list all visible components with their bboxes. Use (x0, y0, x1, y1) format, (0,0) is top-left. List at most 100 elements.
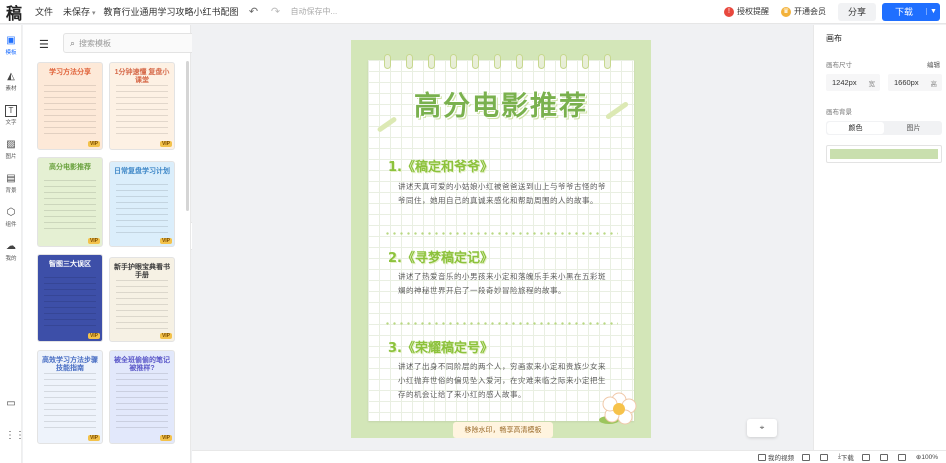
canvas-width-input[interactable]: 1242px 宽 (826, 74, 880, 91)
template-card[interactable]: 高效学习方法步骤技能指南 VIP (37, 350, 103, 444)
template-card-title: 高分电影推荐 (49, 164, 91, 171)
crown-icon: ♛ (781, 6, 791, 17)
fit-screen-button[interactable] (879, 453, 890, 461)
image-icon: ▨ (6, 139, 16, 150)
rail-item-material[interactable]: ◭ 素材 (0, 71, 22, 92)
binder-ring (538, 54, 545, 69)
fullscreen-icon (897, 453, 906, 461)
remove-watermark-button[interactable]: 移除水印，畅享高清模板 (453, 422, 553, 438)
rail-item-image[interactable]: ▨ 图片 (0, 139, 22, 160)
template-card-preview (116, 184, 168, 234)
template-search-input[interactable]: ⌕ 搜索模板 (63, 33, 201, 53)
document-title[interactable]: 教育行业通用学习攻略小红书配图 (104, 5, 239, 18)
vip-badge: VIP (159, 333, 172, 339)
binder-ring (494, 54, 501, 69)
background-color-swatch[interactable] (826, 145, 942, 163)
flower-sticker[interactable] (595, 390, 639, 426)
zoom-value: 100% (921, 453, 938, 461)
template-card-preview (44, 85, 96, 137)
height-unit: 高 (930, 80, 938, 88)
vip-badge: VIP (87, 238, 100, 244)
save-state-dropdown[interactable]: 未保存 (63, 5, 95, 18)
template-card[interactable]: 被全班偷偷的笔记被推样? VIP (109, 350, 175, 444)
poster-canvas[interactable]: 高分电影推荐 1.《稿定和爷爷》 讲述天真可爱的小姑娘小红被爸爸送到山上与爷爷古… (351, 40, 651, 438)
section-title[interactable]: 2.《寻梦稿定记》 (388, 247, 493, 266)
status-download-button[interactable]: ⤓ 下载 (838, 452, 854, 462)
section-body[interactable]: 讲述天真可爱的小姑娘小红被爸爸送到山上与爷爷古怪的爷爷同住，她用自己的真诚来感化… (398, 180, 610, 208)
canvas-height-input[interactable]: 1660px 高 (888, 74, 942, 91)
canvas-area: 高分电影推荐 1.《稿定和爷爷》 讲述天真可爱的小姑娘小红被爸爸送到山上与爷爷古… (192, 25, 813, 450)
app-logo[interactable]: 稿 (3, 1, 25, 23)
template-card-preview (116, 85, 168, 137)
open-vip-label: 开通会员 (794, 7, 826, 16)
search-icon: ⌕ (70, 37, 76, 48)
upload-icon: ☁ (6, 241, 16, 252)
width-unit: 宽 (868, 80, 876, 88)
fullscreen-button[interactable] (897, 453, 908, 461)
vip-badge: VIP (159, 238, 172, 244)
template-card-title: 学习方法分享 (49, 69, 91, 76)
notebook-paper: 高分电影推荐 1.《稿定和爷爷》 讲述天真可爱的小姑娘小红被爸爸送到山上与爷爷古… (368, 54, 634, 421)
rail-label: 图片 (5, 154, 17, 160)
tab-color[interactable]: 颜色 (827, 122, 884, 134)
file-menu[interactable]: 文件 (35, 5, 53, 18)
open-vip-link[interactable]: ♛ 开通会员 (781, 6, 826, 17)
cursor-tool-button[interactable]: ⌖ (747, 419, 777, 437)
dotted-divider (384, 232, 618, 235)
hamburger-menu-icon[interactable]: ☰ (39, 38, 49, 51)
template-card-title: 被全班偷偷的笔记被推样? (114, 357, 170, 372)
vip-badge: VIP (87, 141, 100, 147)
template-card-preview (44, 373, 96, 431)
template-card[interactable]: 智图三大误区 VIP (37, 254, 103, 342)
edit-size-link[interactable]: 编辑 (927, 59, 940, 69)
license-reminder-link[interactable]: ! 授权提醒 (724, 6, 769, 17)
zoom-control[interactable]: ⊕ 100% (916, 453, 938, 462)
undo-icon[interactable]: ↶ (247, 5, 261, 19)
rail-item-text[interactable]: T 文字 (0, 105, 22, 126)
video-tutorial-label: 我的视频 (768, 455, 795, 462)
redo-icon[interactable]: ↷ (269, 5, 283, 19)
license-reminder-label: 授权提醒 (737, 7, 769, 16)
share-button[interactable]: 分享 (838, 2, 876, 21)
template-scrollbar[interactable] (186, 61, 189, 211)
section-body[interactable]: 讲述了热爱音乐的小男孩来小定和落魄乐手来小黑在五彩斑斓的神秘世界开启了一段奇妙冒… (398, 270, 610, 298)
dotted-divider (384, 322, 618, 325)
fit-screen-icon (879, 453, 888, 461)
chevron-down-icon[interactable]: ▼ (926, 8, 940, 15)
template-card-title: 1分钟速懂 复盘小课堂 (114, 69, 170, 84)
comment-icon (802, 453, 811, 461)
rail-item-more[interactable]: ⋮⋮ (0, 430, 25, 442)
binder-ring (428, 54, 435, 69)
comment-button[interactable] (802, 453, 812, 461)
rail-item-background[interactable]: ▤ 背景 (0, 173, 22, 194)
template-icon: ▣ (6, 35, 16, 46)
template-card[interactable]: 1分钟速懂 复盘小课堂 VIP (109, 62, 175, 150)
binder-ring (516, 54, 523, 69)
properties-panel: 画布 画布尺寸 编辑 1242px 宽 1660px 高 画布背景 颜色 图片 (813, 25, 946, 450)
feedback-button[interactable] (820, 453, 830, 461)
grid-toggle-button[interactable] (861, 453, 872, 461)
layers-icon: ▭ (6, 398, 16, 409)
template-card-preview (44, 180, 96, 234)
text-icon: T (5, 105, 17, 117)
section-title[interactable]: 1.《稿定和爷爷》 (388, 156, 493, 175)
template-card-title: 新手护眼宝典看书手册 (114, 264, 170, 279)
template-card[interactable]: 学习方法分享 VIP (37, 62, 103, 150)
poster-title[interactable]: 高分电影推荐 (368, 84, 634, 123)
tab-image[interactable]: 图片 (885, 121, 942, 135)
template-card[interactable]: 高分电影推荐 VIP (37, 157, 103, 247)
section-body[interactable]: 讲述了出身不同阶层的两个人，穷画家来小定和贵族少女来小红抛弃世俗的偏见坠入爱河，… (398, 360, 610, 402)
binder-ring (406, 54, 413, 69)
rail-item-template[interactable]: ▣ 模板 (0, 35, 22, 56)
rail-item-layers[interactable]: ▭ (0, 398, 22, 410)
download-button[interactable]: 下载 ▼ (882, 2, 940, 21)
rail-item-upload[interactable]: ☁ 我的 (0, 241, 22, 262)
section-title[interactable]: 3.《荣耀稿定号》 (388, 337, 493, 356)
bottom-status-bar: 我的视频 ⤓ 下载 ⊕ 100% (192, 450, 946, 463)
template-card-preview (44, 277, 96, 329)
video-tutorial-link[interactable]: 我的视频 (758, 452, 794, 462)
rail-item-component[interactable]: ⬡ 组件 (0, 207, 22, 228)
template-card[interactable]: 日常复盘学习计划 VIP (109, 161, 175, 247)
rail-label: 素材 (5, 86, 17, 92)
template-card[interactable]: 新手护眼宝典看书手册 VIP (109, 257, 175, 342)
